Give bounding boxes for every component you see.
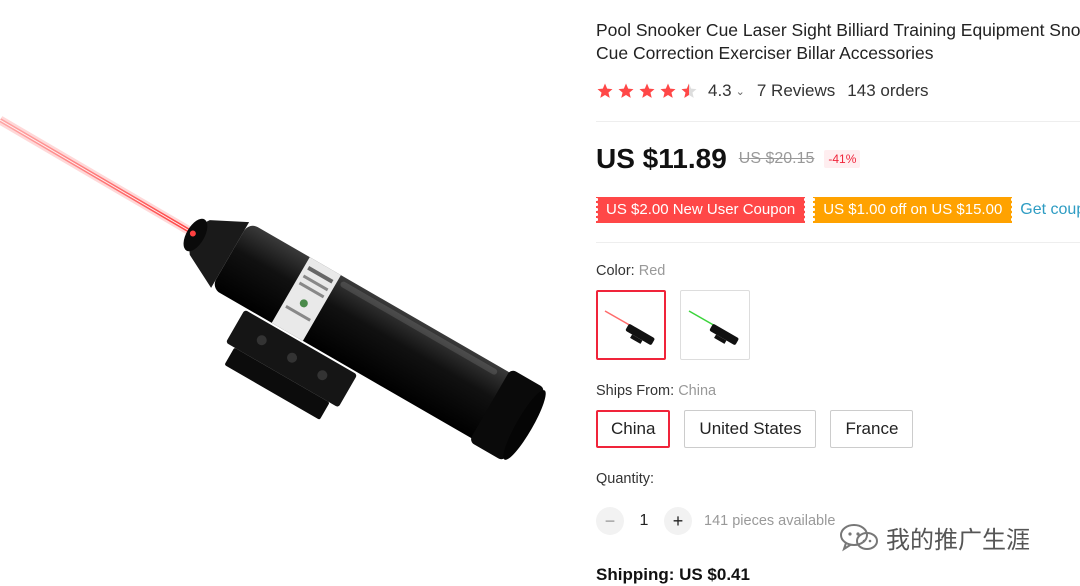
chevron-down-icon[interactable]: ⌄ <box>736 85 745 98</box>
get-coupons-link[interactable]: Get coupons <box>1020 201 1080 219</box>
product-title: Pool Snooker Cue Laser Sight Billiard Tr… <box>596 20 1080 63</box>
reviews-link[interactable]: 7 Reviews <box>757 81 835 101</box>
ship-option-united-states[interactable]: United States <box>684 410 817 448</box>
ship-option-france[interactable]: France <box>830 410 914 448</box>
rating-value[interactable]: 4.3 <box>708 81 732 101</box>
original-price: US $20.15 <box>738 150 815 167</box>
quantity-label: Quantity: <box>596 471 655 487</box>
color-selected-value: Red <box>638 263 666 279</box>
ship-option-china[interactable]: China <box>596 410 671 448</box>
star-icon <box>639 83 655 98</box>
coupon-edge <box>596 197 598 223</box>
decrease-button[interactable]: − <box>596 507 624 535</box>
availability-text: 141 pieces available <box>704 513 836 529</box>
color-label-row: Color: Red <box>596 263 665 279</box>
watermark-text: 我的推广生涯 <box>886 526 1030 554</box>
orders-count: 143 orders <box>847 81 929 100</box>
star-icon <box>660 83 676 98</box>
green-laser-thumbnail <box>688 310 739 345</box>
swatch-green[interactable] <box>680 290 750 360</box>
store-coupon[interactable]: US $1.00 off on US $15.00 <box>811 197 1014 223</box>
laser-sight-photo <box>0 116 546 460</box>
price-row: US $11.89 US $20.15 -41% <box>596 143 861 175</box>
red-laser-thumbnail <box>604 310 655 345</box>
current-price: US $11.89 <box>596 143 727 174</box>
quantity-value[interactable]: 1 <box>624 512 664 530</box>
ships-from-label-row: Ships From: China <box>596 383 716 399</box>
star-icon <box>597 83 613 98</box>
ships-from-label: Ships From: <box>596 383 675 399</box>
rating-row: 4.3 ⌄ 7 Reviews 143 orders <box>596 79 929 103</box>
coupon-edge <box>811 197 815 223</box>
coupon-edge <box>803 197 807 223</box>
quantity-stepper: − 1 + 141 pieces available <box>596 507 835 535</box>
product-image[interactable] <box>0 0 580 586</box>
discount-badge: -41% <box>824 150 861 168</box>
ships-from-options: China United States France <box>596 410 914 448</box>
swatch-red[interactable] <box>596 290 666 360</box>
color-label: Color: <box>596 263 635 279</box>
watermark: 我的推广生涯 <box>838 520 1030 555</box>
wechat-icon <box>840 523 878 551</box>
coupon-row: US $2.00 New User Coupon US $1.00 off on… <box>596 197 1080 223</box>
increase-button[interactable]: + <box>664 507 692 535</box>
new-user-coupon[interactable]: US $2.00 New User Coupon <box>596 197 807 223</box>
star-half-icon <box>681 83 697 98</box>
store-coupon-label: US $1.00 off on US $15.00 <box>823 201 1003 218</box>
product-info-panel: Pool Snooker Cue Laser Sight Billiard Tr… <box>596 0 1080 586</box>
star-icon <box>618 83 634 98</box>
divider <box>596 242 1080 243</box>
coupon-edge <box>1010 197 1014 223</box>
shipping-cost[interactable]: Shipping: US $0.41 <box>596 565 750 585</box>
star-rating <box>596 82 698 100</box>
new-user-coupon-label: US $2.00 New User Coupon <box>606 201 796 218</box>
color-swatches <box>596 290 750 360</box>
ships-from-selected-value: China <box>678 383 717 399</box>
divider <box>596 121 1080 122</box>
